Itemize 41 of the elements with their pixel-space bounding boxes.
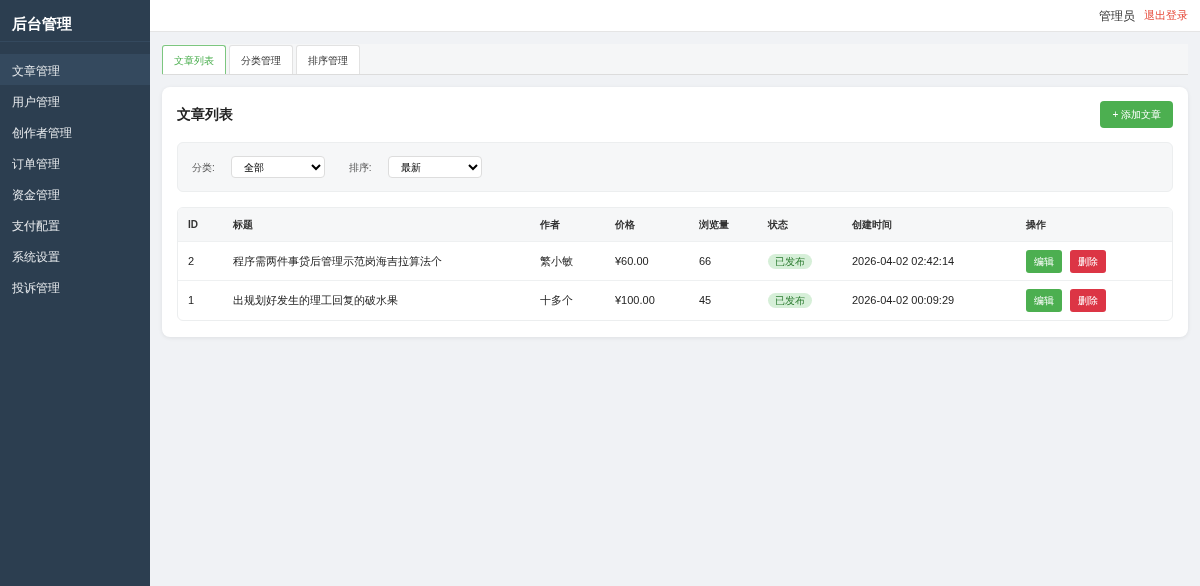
card-title: 文章列表 [177,106,233,123]
table-cell: 2026-04-02 00:09:29 [842,280,1016,320]
logout-link[interactable]: 退出登录 [1144,7,1188,24]
table-cell: 繁小敏 [530,241,605,281]
column-header: 价格 [605,208,689,242]
table-cell: 十多个 [530,280,605,320]
sidebar-item[interactable]: 文章管理 [0,54,150,85]
filter-label: 排序: [348,160,372,175]
dropdown[interactable]: 最新 [387,156,482,178]
table-cell: 2026-04-02 02:42:14 [842,241,1016,281]
tab[interactable]: 分类管理 [229,45,293,74]
sidebar-item[interactable]: 用户管理 [0,85,150,116]
delete-button[interactable]: 删除 [1070,288,1106,312]
filter-label: 分类: [192,160,215,175]
table-cell: 程序需两件事贷后管理示范岗海吉拉算法个 [223,241,530,281]
sidebar-item[interactable]: 订单管理 [0,147,150,178]
sidebar-item[interactable]: 资金管理 [0,178,150,209]
sidebar-item[interactable]: 支付配置 [0,209,150,240]
column-header: 创建时间 [842,208,1016,242]
column-header: 标题 [223,208,530,242]
table-cell: 出规划好发生的理工回复的破水果 [223,280,530,320]
delete-button[interactable]: 删除 [1070,249,1106,273]
dropdown[interactable]: 全部 [230,156,325,178]
column-header: ID [178,208,223,242]
table-cell: ¥60.00 [605,241,689,281]
user-name: 管理员 [1099,7,1135,25]
column-header: 操作 [1016,208,1172,242]
tab[interactable]: 排序管理 [296,45,360,74]
sidebar-item[interactable]: 创作者管理 [0,116,150,147]
table-cell: 2 [178,241,223,281]
table-cell: 1 [178,280,223,320]
table-cell: 45 [689,280,758,320]
status-badge: 已发布 [768,293,812,308]
status-badge: 已发布 [768,253,812,269]
sidebar-item[interactable]: 投诉管理 [0,271,150,302]
column-header: 作者 [530,208,605,242]
sidebar-item[interactable]: 系统设置 [0,240,150,271]
table-cell: ¥100.00 [605,280,689,320]
table-cell: 66 [689,241,758,281]
column-header: 状态 [758,208,842,242]
column-header: 浏览量 [689,208,758,242]
